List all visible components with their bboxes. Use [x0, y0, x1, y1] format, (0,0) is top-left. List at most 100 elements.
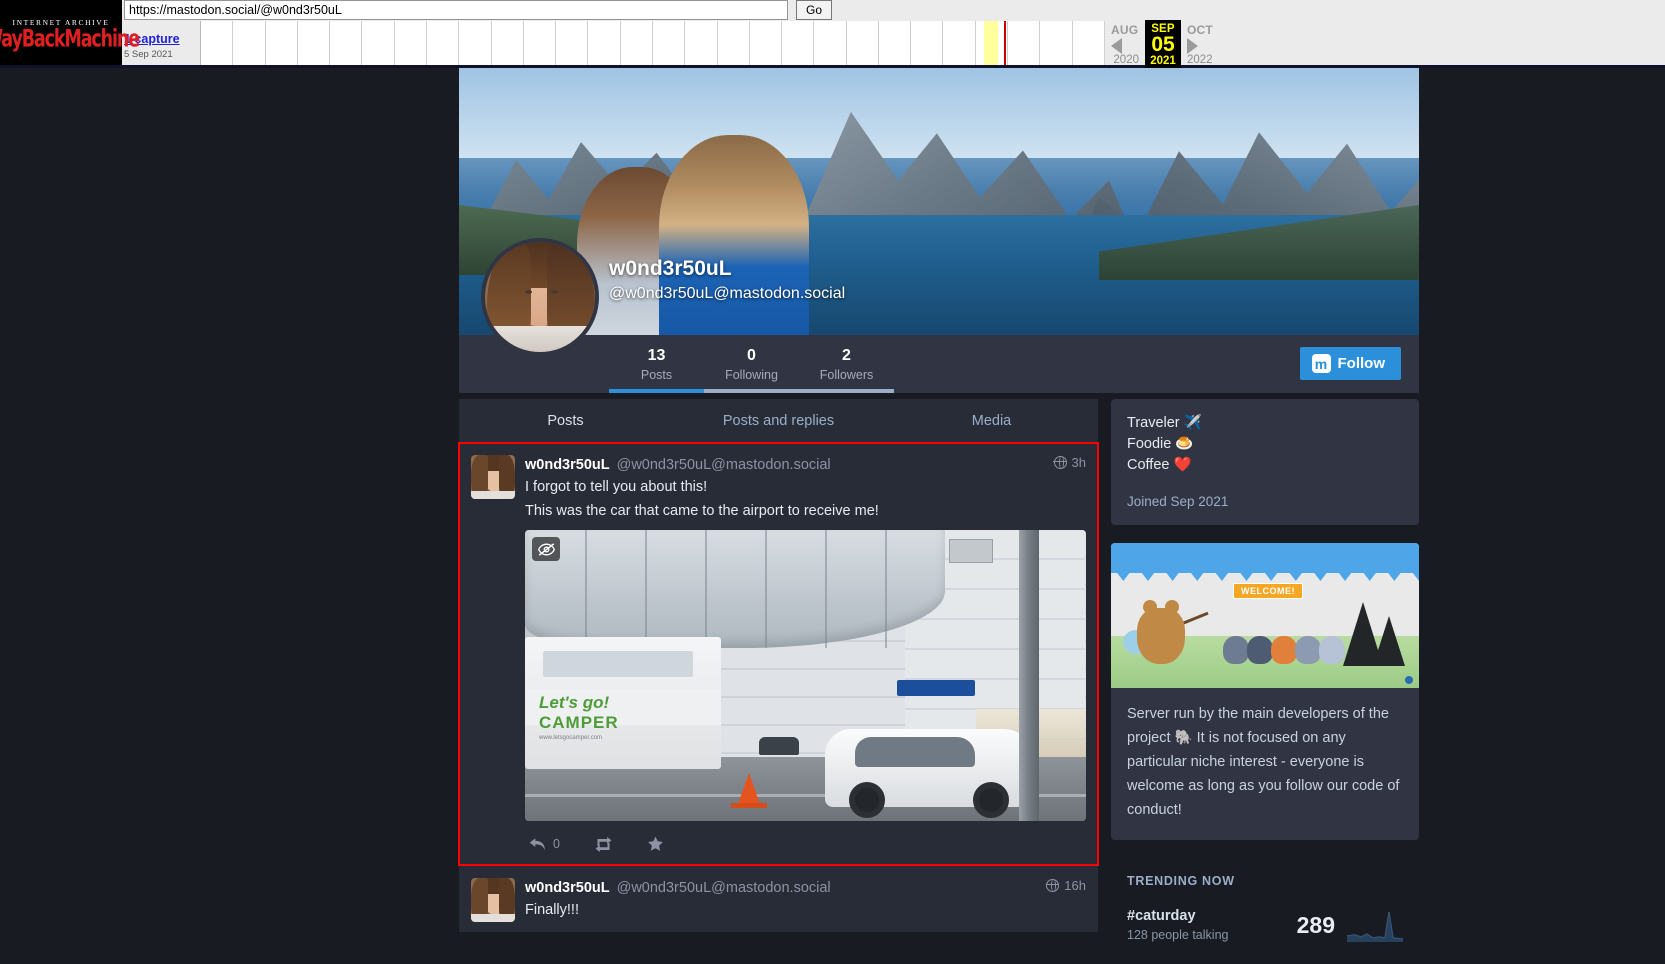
wayback-next-period[interactable]: OCT 2022 — [1181, 20, 1665, 71]
underline-segment — [704, 389, 799, 393]
server-thumbnail-image: WELCOME! — [1111, 543, 1419, 688]
stat-following-label: Following — [725, 368, 778, 382]
status-body: w0nd3r50uL @w0nd3r50uL@mastodon.social 1… — [525, 878, 1086, 920]
media-camper-van: Let's go! CAMPER www.letsgocamper.com — [525, 637, 721, 769]
eye-slash-icon[interactable] — [532, 537, 560, 561]
timeline-tick — [362, 21, 395, 65]
thumb-elephant — [1223, 636, 1249, 664]
timeline-tick — [847, 21, 879, 65]
status-text-line: This was the car that came to the airpor… — [525, 503, 879, 519]
avatar[interactable] — [471, 878, 515, 922]
profile-avatar[interactable] — [481, 238, 599, 356]
wayback-prev-period[interactable]: AUG 2020 — [1105, 20, 1145, 71]
current-day-label: 05 — [1151, 33, 1175, 56]
status-handle[interactable]: @w0nd3r50uL@mastodon.social — [617, 880, 831, 896]
status-action-bar: 0 — [525, 833, 1086, 855]
thumb-elephant — [1295, 636, 1321, 664]
thumb-watermark — [1405, 676, 1413, 684]
wayback-logo[interactable]: INTERNET ARCHIVE WayBackMachine — [0, 0, 140, 65]
timeline-tick — [879, 21, 912, 65]
trend-count: 289 — [1296, 911, 1335, 938]
status-post[interactable]: w0nd3r50uL @w0nd3r50uL@mastodon.social 1… — [459, 865, 1098, 932]
tab-posts[interactable]: Posts — [459, 399, 672, 443]
avatar[interactable] — [471, 455, 515, 499]
profile-tabs: Posts Posts and replies Media — [459, 399, 1098, 443]
bio-line: Foodie 🍮 — [1127, 436, 1194, 452]
timeline-tick — [524, 21, 557, 65]
stat-posts-count: 13 — [647, 347, 666, 364]
bio-line: Traveler ✈️ — [1127, 415, 1202, 431]
tab-media[interactable]: Media — [885, 399, 1098, 443]
media-traffic-cone — [731, 773, 767, 808]
status-media-attachment[interactable]: Let's go! CAMPER www.letsgocamper.com — [525, 530, 1086, 821]
avatar-shirt — [485, 326, 595, 352]
columns: Posts Posts and replies Media w0nd3r50uL… — [458, 399, 1419, 952]
thumb-tree — [1373, 616, 1405, 666]
status-author-line: w0nd3r50uL @w0nd3r50uL@mastodon.social 1… — [525, 878, 1086, 896]
follow-button[interactable]: m Follow — [1299, 347, 1401, 380]
status-author-line: w0nd3r50uL @w0nd3r50uL@mastodon.social 3… — [525, 455, 1086, 473]
profile-handle: @w0nd3r50uL@mastodon.social — [609, 285, 846, 302]
timeline-capture-marker[interactable] — [1003, 21, 1006, 65]
stat-posts-label: Posts — [640, 368, 673, 382]
wayback-timeline-ticks[interactable] — [200, 21, 1105, 65]
page-body: w0nd3r50uL @w0nd3r50uL@mastodon.social 1… — [0, 68, 1665, 964]
timeline-tick — [459, 21, 492, 65]
wayback-url-input[interactable] — [124, 0, 788, 20]
tab-posts-and-replies[interactable]: Posts and replies — [672, 399, 885, 443]
prev-month-label: AUG — [1111, 23, 1139, 37]
next-arrow-row[interactable] — [1181, 37, 1665, 54]
status-timestamp[interactable]: 16h — [1064, 878, 1086, 893]
status-display-name[interactable]: w0nd3r50uL — [525, 880, 610, 896]
status-display-name[interactable]: w0nd3r50uL — [525, 457, 610, 473]
prev-arrow-row[interactable] — [1105, 37, 1128, 54]
stat-posts[interactable]: 13 Posts — [609, 346, 704, 382]
wayback-date-nav: AUG 2020 SEP 05 2021 OCT 2022 — [1105, 20, 1665, 71]
wayback-main: Go 1 capture 5 Sep 2021 — [122, 0, 1665, 71]
avatar-hair — [499, 878, 515, 918]
joined-date: Joined Sep 2021 — [1127, 494, 1229, 509]
next-month-label: OCT — [1187, 23, 1213, 37]
wayback-timeline-row: 1 capture 5 Sep 2021 AUG 2020 SEP 05 202… — [122, 20, 1665, 71]
trend-people-talking: 128 people talking — [1127, 928, 1229, 942]
boost-button[interactable] — [594, 836, 613, 852]
trend-hashtag[interactable]: #caturday — [1127, 908, 1297, 924]
status-post[interactable]: w0nd3r50uL @w0nd3r50uL@mastodon.social 3… — [458, 442, 1099, 866]
server-widget: WELCOME! Server run by the main develope… — [1111, 543, 1419, 840]
wayback-go-button[interactable]: Go — [796, 0, 832, 20]
profile-banner-image — [459, 68, 1419, 335]
trend-text: #caturday 128 people talking — [1127, 908, 1297, 942]
triangle-left-icon[interactable] — [1111, 37, 1122, 54]
follow-button-label: Follow — [1337, 355, 1386, 372]
timeline-tick — [395, 21, 427, 65]
thumb-welcome-sign: WELCOME! — [1233, 583, 1303, 599]
timeline-capture-highlight — [983, 21, 998, 65]
wayback-machine-toolbar: INTERNET ARCHIVE WayBackMachine Go 1 cap… — [0, 0, 1665, 71]
favourite-button[interactable] — [647, 836, 664, 852]
triangle-right-icon[interactable] — [1187, 37, 1198, 54]
status-handle[interactable]: @w0nd3r50uL@mastodon.social — [617, 457, 831, 473]
trend-item[interactable]: #caturday 128 people talking 289 — [1127, 908, 1403, 942]
media-blue-sign — [897, 680, 975, 696]
reply-button[interactable]: 0 — [529, 837, 560, 852]
boost-retweet-icon — [595, 836, 612, 852]
timeline-tick — [201, 21, 234, 65]
status-body: w0nd3r50uL @w0nd3r50uL@mastodon.social 3… — [525, 455, 1086, 855]
thumb-elephant — [1319, 636, 1345, 664]
wayback-current-date[interactable]: SEP 05 2021 — [1145, 20, 1181, 71]
thumb-zigzag — [1111, 565, 1419, 581]
bio-widget: Traveler ✈️ Foodie 🍮 Coffee ❤️ Joined Se… — [1111, 399, 1419, 525]
timeline-tick — [427, 21, 460, 65]
sidebar-column: Traveler ✈️ Foodie 🍮 Coffee ❤️ Joined Se… — [1111, 399, 1419, 952]
profile-header-card: w0nd3r50uL @w0nd3r50uL@mastodon.social 1… — [459, 68, 1419, 393]
server-description: Server run by the main developers of the… — [1127, 706, 1400, 818]
main-column: Posts Posts and replies Media w0nd3r50uL… — [458, 399, 1099, 952]
stat-followers[interactable]: 2 Followers — [799, 346, 894, 382]
avatar-hair — [471, 878, 488, 918]
timeline-tick — [233, 21, 266, 65]
timeline-tick — [298, 21, 331, 65]
trending-title: TRENDING NOW — [1127, 874, 1235, 888]
stat-following[interactable]: 0 Following — [704, 346, 799, 382]
status-timestamp[interactable]: 3h — [1072, 455, 1086, 470]
bio-line: Coffee ❤️ — [1127, 457, 1192, 473]
